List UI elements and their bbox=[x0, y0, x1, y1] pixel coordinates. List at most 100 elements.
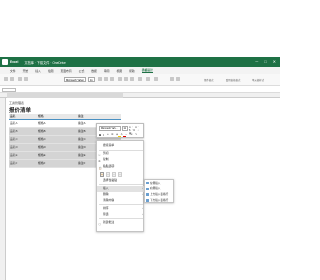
conditional-format-button[interactable]: 条件格式 bbox=[204, 78, 214, 82]
paste-values-icon[interactable]: ▤ bbox=[106, 172, 110, 177]
menu-item-label: 新建批注 bbox=[103, 220, 115, 224]
bold-icon[interactable] bbox=[98, 77, 102, 81]
menu-item-label: 插入 bbox=[103, 186, 109, 190]
percent-icon[interactable] bbox=[170, 77, 174, 81]
table-cell[interactable]: 规格F bbox=[37, 161, 77, 165]
menu-item-label: 排序 bbox=[103, 206, 109, 210]
sheet-title: 报价清单 bbox=[9, 108, 32, 114]
submenu-item-label: 上方插入表格行 bbox=[150, 193, 169, 197]
chevron-right-icon: › bbox=[142, 207, 143, 210]
table-header-cell[interactable]: 品名 bbox=[9, 114, 37, 118]
font-size-select[interactable]: 11 bbox=[88, 77, 95, 82]
cell-styles-button[interactable]: 单元格样式 bbox=[252, 78, 264, 82]
menu-item-insert[interactable]: 插入 › bbox=[97, 186, 145, 192]
menu-home[interactable]: 开始 bbox=[23, 69, 29, 73]
file-name[interactable]: 文档库 · 下载文件 · OneDrive bbox=[24, 60, 65, 65]
menu-item-filter[interactable]: 筛选 › bbox=[97, 212, 145, 218]
font-color-icon[interactable] bbox=[130, 77, 134, 81]
menu-item-delete[interactable]: 删除 › bbox=[97, 192, 145, 198]
menu-page-layout[interactable]: 页面布局 bbox=[60, 69, 71, 73]
table-cell[interactable]: 规格C bbox=[37, 137, 77, 141]
context-menu-search[interactable]: 搜索菜单 bbox=[97, 143, 145, 149]
sheet-breadcrumb: 工资管理表 bbox=[9, 101, 25, 105]
underline-icon[interactable] bbox=[110, 77, 114, 81]
ribbon: Microsoft Yahei 11 条件格式 套用表格格式 单元格样式 bbox=[0, 74, 280, 86]
chevron-right-icon: › bbox=[142, 187, 143, 190]
menu-review[interactable]: 审阅 bbox=[104, 69, 110, 73]
paste-formatting-icon[interactable]: ▤ bbox=[118, 172, 122, 177]
number-format-icon[interactable] bbox=[154, 77, 158, 81]
font-color-swatch bbox=[123, 135, 126, 137]
menu-data[interactable]: 数据 bbox=[91, 69, 97, 73]
paste-formulas-icon[interactable]: ▤ bbox=[112, 172, 116, 177]
menu-item-label: 筛选 bbox=[103, 212, 109, 216]
submenu-item-insert-left[interactable]: 左侧插入 bbox=[145, 181, 175, 187]
table-cell[interactable]: 品名B bbox=[9, 129, 37, 133]
font-family-select[interactable]: Microsoft Yahei bbox=[64, 77, 86, 82]
menu-item-label: 粘贴选项: bbox=[103, 164, 115, 168]
align-icon[interactable] bbox=[138, 77, 142, 81]
table-cell[interactable]: 品名D bbox=[9, 145, 37, 149]
mini-toolbar: Microsoft Yah... 11 A⁺ A⁻ $ % ⁘ ▦ B I ≡ … bbox=[96, 123, 144, 138]
menu-file[interactable]: 文件 bbox=[10, 69, 16, 73]
maximize-icon[interactable]: □ bbox=[264, 59, 266, 64]
paste-options-row: ▤ ▤ ▤ ▤ bbox=[100, 172, 122, 177]
borders-icon[interactable] bbox=[118, 77, 122, 81]
submenu-item-insert-row-below[interactable]: 下方插入表格行 bbox=[145, 198, 175, 204]
menu-item-label: 删除 bbox=[103, 192, 109, 196]
table-cell[interactable]: 品名A bbox=[9, 121, 37, 125]
paste-icon[interactable]: ▤ bbox=[100, 172, 104, 177]
table-cell[interactable]: 规格D bbox=[37, 145, 77, 149]
mini-font-select[interactable]: Microsoft Yah... bbox=[99, 126, 121, 131]
format-as-table-button[interactable]: 套用表格格式 bbox=[226, 78, 240, 82]
selected-columns bbox=[7, 93, 123, 98]
menu-item-paste-special[interactable]: 选择性粘贴 bbox=[97, 178, 145, 184]
insert-column-left-icon bbox=[146, 181, 149, 185]
row-header[interactable] bbox=[0, 98, 6, 280]
undo-icon[interactable] bbox=[4, 77, 8, 81]
table-header-cell[interactable]: 备注 bbox=[77, 114, 121, 118]
app-name: Excel bbox=[10, 60, 19, 64]
menu-view[interactable]: 视图 bbox=[116, 69, 122, 73]
fill-color-icon[interactable] bbox=[124, 77, 128, 81]
menu-insert[interactable]: 插入 bbox=[35, 69, 41, 73]
table-cell[interactable]: 规格B bbox=[37, 129, 77, 133]
chevron-right-icon: › bbox=[142, 213, 143, 216]
worksheet[interactable]: 工资管理表 报价清单 品名 规格 备注 品名A 规格A 备注A 品名B 规格B … bbox=[0, 93, 280, 280]
menu-draw[interactable]: 绘图 bbox=[48, 69, 54, 73]
clipboard-icon: 📋 bbox=[98, 166, 102, 170]
redo-icon[interactable] bbox=[10, 77, 14, 81]
table-cell[interactable]: 品名F bbox=[9, 161, 37, 165]
table-cell[interactable]: 品名C bbox=[9, 137, 37, 141]
format-painter-icon[interactable] bbox=[24, 77, 28, 81]
italic-icon[interactable] bbox=[104, 77, 108, 81]
wrap-icon[interactable] bbox=[146, 77, 150, 81]
mini-bold-button[interactable]: B bbox=[99, 133, 101, 137]
mini-italic-button[interactable]: I bbox=[103, 133, 104, 137]
menu-item-new-comment[interactable]: ▢ 新建批注 bbox=[97, 220, 145, 226]
comma-icon[interactable] bbox=[176, 77, 180, 81]
comment-icon: ▢ bbox=[98, 222, 101, 226]
submenu-item-insert-row-above[interactable]: 上方插入表格行 bbox=[145, 192, 175, 198]
table-cell[interactable]: 规格A bbox=[37, 121, 77, 125]
menu-item-clear-contents[interactable]: 清除内容 bbox=[97, 198, 145, 204]
table-header-cell[interactable]: 规格 bbox=[37, 114, 77, 118]
name-box[interactable] bbox=[2, 87, 16, 92]
context-menu: 搜索菜单 ✂ 剪切 ⧉ 复制 📋 粘贴选项: ▤ ▤ ▤ ▤ 选择性粘贴 插入 … bbox=[96, 140, 145, 232]
minimize-icon[interactable]: ─ bbox=[255, 59, 258, 64]
insert-row-below-icon bbox=[146, 199, 149, 202]
menu-help[interactable]: 帮助 bbox=[129, 69, 135, 73]
close-icon[interactable]: ✕ bbox=[273, 59, 276, 64]
table-cell[interactable]: 品名E bbox=[9, 153, 37, 157]
menu-formulas[interactable]: 公式 bbox=[79, 69, 85, 73]
menu-item-sort[interactable]: 排序 › bbox=[97, 206, 145, 212]
mini-size-select[interactable]: 11 bbox=[122, 126, 128, 131]
menu-table-design[interactable]: 表格设计 bbox=[141, 68, 153, 73]
insert-row-above-icon bbox=[146, 193, 149, 197]
table-cell[interactable]: 规格E bbox=[37, 153, 77, 157]
submenu-item-insert-right[interactable]: 右侧插入 bbox=[145, 186, 175, 192]
menu-item-cut[interactable]: ✂ 剪切 bbox=[97, 151, 145, 157]
paste-icon[interactable] bbox=[18, 77, 22, 81]
menu-item-copy[interactable]: ⧉ 复制 bbox=[97, 157, 145, 163]
column-header[interactable] bbox=[0, 93, 280, 98]
